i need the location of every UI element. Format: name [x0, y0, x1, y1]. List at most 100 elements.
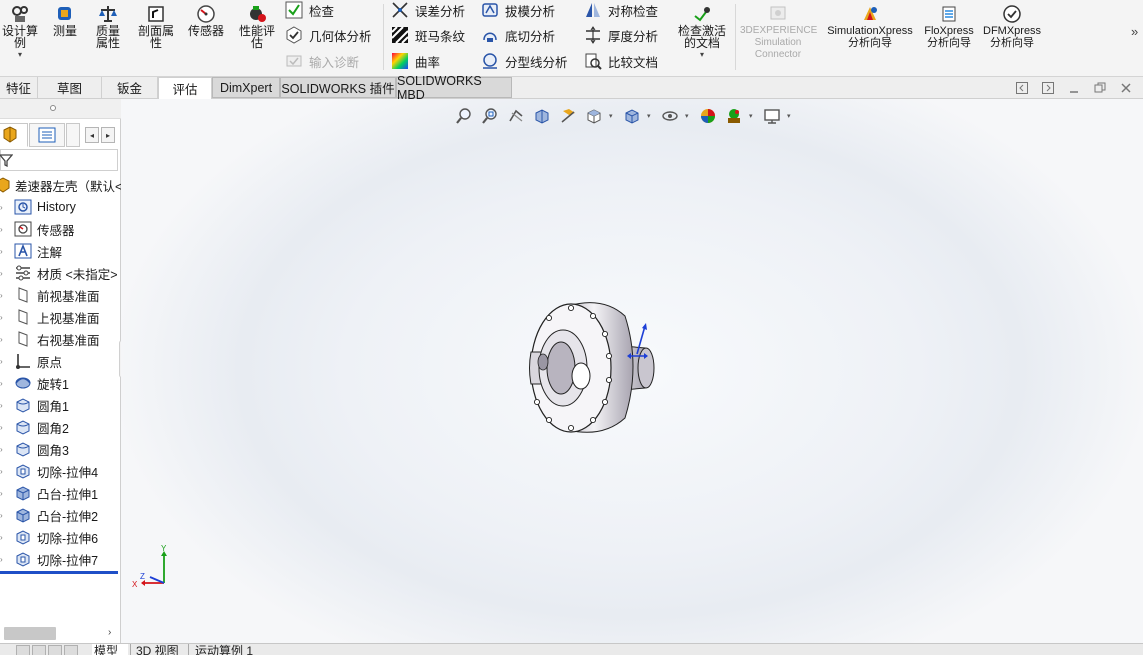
expand-arrow-icon[interactable]: ›: [0, 357, 8, 366]
deviation-analysis-button[interactable]: 误差分析: [390, 0, 465, 20]
tree-filter[interactable]: [0, 149, 118, 171]
display-style-icon[interactable]: [621, 106, 643, 126]
expand-arrow-icon[interactable]: ›: [0, 423, 8, 432]
tab-solidworks-addins[interactable]: SOLIDWORKS 插件: [280, 77, 396, 98]
tab-features[interactable]: 特征: [0, 77, 38, 98]
curvature-button[interactable]: 曲率: [390, 51, 440, 71]
tree-item[interactable]: › 凸台-拉伸1: [0, 483, 98, 503]
restore-icon[interactable]: [1092, 80, 1108, 96]
tree-item[interactable]: › 材质 <未指定>: [0, 263, 118, 283]
nav-next-icon[interactable]: [48, 645, 62, 655]
expand-arrow-icon[interactable]: ›: [0, 467, 8, 476]
part-model[interactable]: [523, 296, 663, 438]
thickness-analysis-button[interactable]: 厚度分析: [583, 25, 658, 45]
mass-properties-button[interactable]: 质量属性: [86, 4, 130, 49]
simulationxpress-button[interactable]: SimulationXpress 分析向导: [824, 4, 916, 49]
tree-item[interactable]: › 旋转1: [0, 373, 69, 393]
check-button[interactable]: 检查: [284, 0, 334, 20]
view-orientation-icon[interactable]: [583, 106, 605, 126]
previous-view-icon[interactable]: [505, 106, 527, 126]
tree-item[interactable]: › 圆角3: [0, 439, 69, 459]
zoom-to-fit-icon[interactable]: [453, 106, 475, 126]
geometry-analysis-button[interactable]: 几何体分析: [284, 25, 372, 45]
sensor-button[interactable]: 传感器: [183, 4, 229, 37]
dynamic-annotation-icon[interactable]: [557, 106, 579, 126]
tab-model[interactable]: 模型: [92, 644, 128, 655]
feature-manager-tab[interactable]: [0, 123, 28, 147]
expand-arrow-icon[interactable]: ›: [0, 555, 8, 564]
expand-arrow-icon[interactable]: ›: [0, 203, 8, 212]
tile-left-icon[interactable]: [1014, 80, 1030, 96]
expand-arrow-icon[interactable]: ›: [0, 401, 8, 410]
tab-dimxpert[interactable]: DimXpert: [212, 77, 280, 98]
design-study-button[interactable]: 设计算例 ▾: [0, 4, 40, 61]
expand-arrow-icon[interactable]: ›: [0, 511, 8, 520]
tab-3d-views[interactable]: 3D 视图: [130, 644, 186, 655]
floxpress-button[interactable]: FloXpress 分析向导: [921, 4, 977, 49]
expand-arrow-icon[interactable]: ›: [0, 379, 8, 388]
tab-solidworks-mbd[interactable]: SOLIDWORKS MBD: [396, 74, 512, 102]
tab-sheet-metal[interactable]: 钣金: [102, 77, 158, 98]
expand-arrow-icon[interactable]: ›: [0, 225, 8, 234]
panel-grip[interactable]: [0, 99, 121, 119]
apply-scene-icon[interactable]: [723, 106, 745, 126]
parting-line-analysis-button[interactable]: 分型线分析: [480, 51, 568, 71]
tree-root-part[interactable]: 差速器左壳（默认<: [0, 175, 122, 195]
chevron-down-icon[interactable]: ▾: [647, 112, 655, 120]
horizontal-scrollbar[interactable]: [4, 627, 56, 640]
chevron-down-icon[interactable]: ▾: [787, 112, 795, 120]
tree-item[interactable]: › 原点: [0, 351, 62, 371]
tree-item[interactable]: › History: [0, 197, 76, 217]
tab-motion-study-1[interactable]: 运动算例 1: [188, 644, 268, 655]
rollback-bar[interactable]: [0, 571, 118, 574]
tree-item[interactable]: › 圆角2: [0, 417, 69, 437]
tree-item[interactable]: › 右视基准面: [0, 329, 100, 349]
chevron-down-icon[interactable]: ▾: [749, 112, 757, 120]
view-settings-icon[interactable]: [761, 106, 783, 126]
expand-arrow-icon[interactable]: ›: [0, 533, 8, 542]
tree-item[interactable]: › 传感器: [0, 219, 75, 239]
tab-evaluate[interactable]: 评估: [158, 77, 212, 99]
expand-arrow-icon[interactable]: ›: [0, 269, 8, 278]
draft-analysis-button[interactable]: 拔模分析: [480, 0, 555, 20]
nav-prev-icon[interactable]: [32, 645, 46, 655]
nav-first-icon[interactable]: [16, 645, 30, 655]
section-view-icon[interactable]: [531, 106, 553, 126]
panel-tab-next-icon[interactable]: ▸: [101, 127, 115, 143]
tree-item[interactable]: › 凸台-拉伸2: [0, 505, 98, 525]
chevron-down-icon[interactable]: ▾: [609, 112, 617, 120]
expand-arrow-icon[interactable]: ›: [0, 247, 8, 256]
edit-appearance-icon[interactable]: [697, 106, 719, 126]
tile-right-icon[interactable]: [1040, 80, 1056, 96]
property-manager-tab[interactable]: [29, 123, 65, 147]
tree-item[interactable]: › 圆角1: [0, 395, 69, 415]
dfmxpress-button[interactable]: DFMXpress 分析向导: [982, 4, 1042, 49]
section-properties-button[interactable]: 剖面属性: [134, 4, 178, 49]
hide-show-items-icon[interactable]: [659, 106, 681, 126]
ribbon-overflow-chevron-icon[interactable]: »: [1131, 24, 1138, 39]
tree-item[interactable]: › 切除-拉伸7: [0, 549, 98, 569]
config-manager-tab[interactable]: [66, 123, 80, 147]
tree-item[interactable]: › 注解: [0, 241, 62, 261]
tree-item[interactable]: › 切除-拉伸4: [0, 461, 98, 481]
undercut-analysis-button[interactable]: 底切分析: [480, 25, 555, 45]
tab-sketch[interactable]: 草图: [38, 77, 102, 98]
zoom-to-area-icon[interactable]: [479, 106, 501, 126]
performance-evaluation-button[interactable]: 性能评估: [235, 4, 279, 49]
nav-last-icon[interactable]: [64, 645, 78, 655]
expand-arrow-icon[interactable]: ›: [0, 313, 8, 322]
close-icon[interactable]: [1118, 80, 1134, 96]
symmetry-check-button[interactable]: 对称检查: [583, 0, 658, 20]
scroll-right-icon[interactable]: ›: [108, 627, 111, 638]
import-diagnostics-button[interactable]: 输入诊断: [284, 51, 359, 71]
chevron-down-icon[interactable]: ▾: [685, 112, 693, 120]
3dexperience-simulation-connector-button[interactable]: 3DEXPERIENCE Simulation Connector: [740, 4, 817, 61]
expand-arrow-icon[interactable]: ›: [0, 335, 8, 344]
expand-arrow-icon[interactable]: ›: [0, 291, 8, 300]
panel-tab-prev-icon[interactable]: ◂: [85, 127, 99, 143]
expand-arrow-icon[interactable]: ›: [0, 489, 8, 498]
expand-arrow-icon[interactable]: ›: [0, 445, 8, 454]
tree-item[interactable]: › 切除-拉伸6: [0, 527, 98, 547]
compare-documents-button[interactable]: 比较文档: [583, 51, 658, 71]
check-active-document-button[interactable]: 检查激活的文档 ▾: [672, 4, 732, 61]
